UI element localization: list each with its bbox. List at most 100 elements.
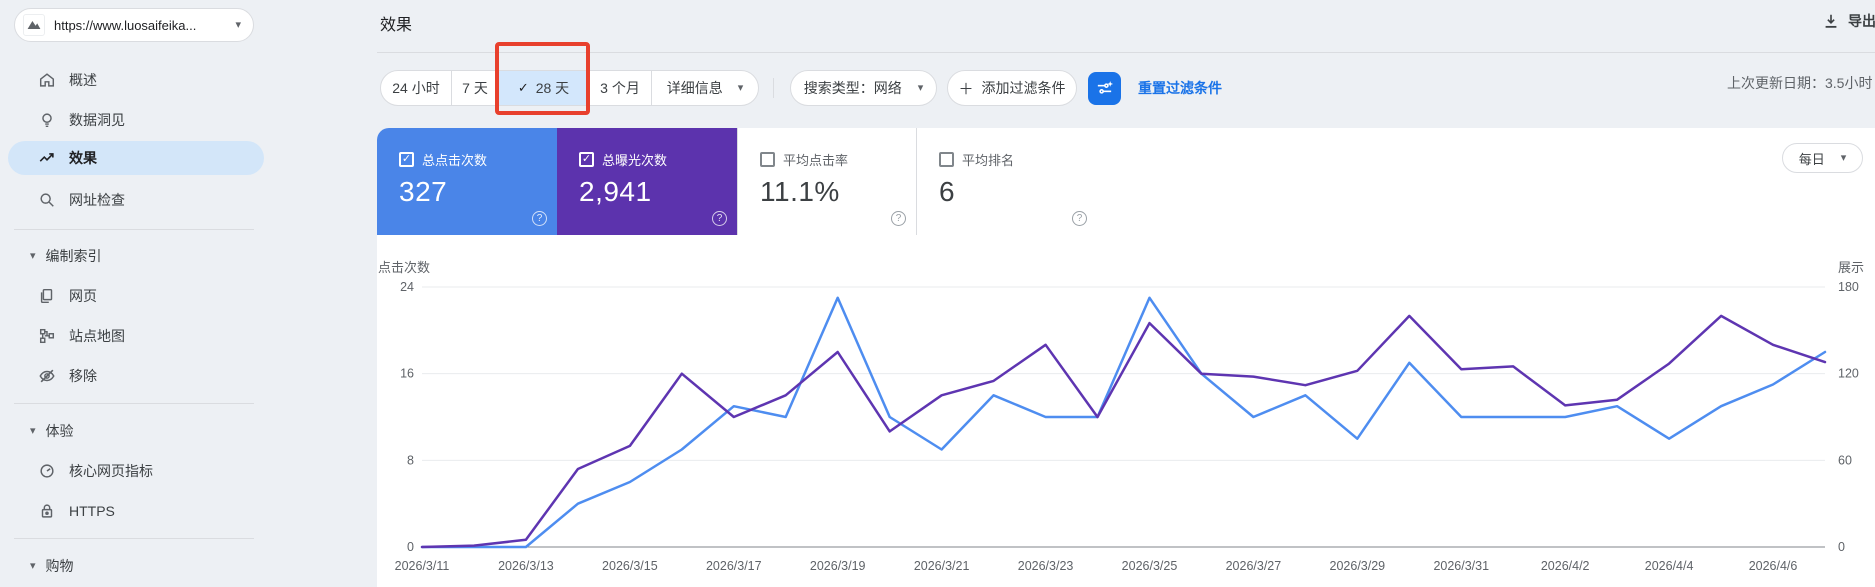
metric-value: 2,941: [579, 176, 652, 207]
check-icon: ✓: [517, 80, 529, 95]
x-axis-tick: 2026/4/6: [1749, 559, 1798, 573]
divider: [14, 229, 254, 230]
lightbulb-icon: [38, 111, 56, 129]
y-axis-right-title: 展示: [1838, 260, 1864, 275]
metric-label: 平均点击率: [783, 153, 849, 168]
sidebar-item-label: 网址检查: [69, 192, 125, 208]
sidebar-item-removals[interactable]: 移除: [8, 359, 264, 393]
sidebar-item-performance[interactable]: 效果: [8, 141, 264, 175]
section-header-label: 体验: [45, 423, 74, 439]
checkbox-unchecked-icon[interactable]: [760, 152, 775, 167]
x-axis-tick: 2026/3/29: [1330, 559, 1386, 573]
metric-card-average-ctr[interactable]: 平均点击率 11.1% ?: [737, 128, 917, 235]
x-axis-tick: 2026/3/15: [602, 559, 658, 573]
granularity-label: 每日: [1798, 151, 1825, 167]
help-icon[interactable]: ?: [712, 211, 727, 226]
y-axis-left-tick: 24: [400, 280, 414, 294]
sidebar-item-label: 概述: [69, 72, 97, 88]
plus-icon: ＋: [958, 80, 974, 98]
property-selector[interactable]: https://www.luosaifeika... ▾: [14, 8, 254, 42]
x-axis-tick: 2026/3/11: [395, 559, 450, 573]
sidebar-item-label: 效果: [69, 150, 97, 166]
checkbox-unchecked-icon[interactable]: [939, 152, 954, 167]
sidebar-item-label: 数据洞见: [69, 112, 125, 128]
segment-label: 7 天: [462, 80, 488, 96]
sidebar-item-pages[interactable]: 网页: [8, 279, 264, 313]
search-type-filter-button[interactable]: 搜索类型：网络 ▾: [790, 70, 937, 106]
help-icon[interactable]: ?: [891, 211, 906, 226]
add-filter-button[interactable]: ＋ 添加过滤条件: [947, 70, 1077, 106]
x-axis-tick: 2026/3/23: [1018, 559, 1074, 573]
last-updated-text: 上次更新日期：3.5小时: [1727, 75, 1873, 91]
metric-label: 总曝光次数: [602, 153, 668, 168]
x-axis-tick: 2026/3/19: [810, 559, 866, 573]
segment-label: 28 天: [535, 80, 570, 96]
sidebar-item-label: HTTPS: [69, 503, 115, 519]
metric-card-total-impressions[interactable]: ✓ 总曝光次数 2,941 ?: [557, 128, 737, 235]
sidebar-item-sitemaps[interactable]: 站点地图: [8, 319, 264, 353]
date-range-segmented-control: 24 小时 7 天 ✓ 28 天 3 个月 详细信息 ▾: [380, 70, 759, 106]
sidebar-section-experience[interactable]: ▾ 体验: [8, 414, 264, 448]
sidebar-item-insights[interactable]: 数据洞见: [8, 103, 264, 137]
sidebar-item-url-inspection[interactable]: 网址检查: [8, 183, 264, 217]
metric-value: 327: [399, 176, 448, 207]
help-icon[interactable]: ?: [532, 211, 547, 226]
chart-line-clicks: [420, 296, 1827, 549]
x-axis-tick: 2026/4/4: [1645, 559, 1694, 573]
segment-label: 24 小时: [392, 80, 440, 96]
sidebar-item-label: 核心网页指标: [69, 463, 153, 479]
eye-off-icon: [38, 367, 56, 385]
date-range-28d[interactable]: ✓ 28 天: [498, 71, 588, 105]
sidebar-section-shopping[interactable]: ▾ 购物: [8, 549, 264, 583]
segment-label: 详细信息: [666, 80, 723, 96]
sidebar-item-core-web-vitals[interactable]: 核心网页指标: [8, 454, 264, 488]
x-axis-tick: 2026/3/17: [706, 559, 762, 573]
sidebar-item-label: 移除: [69, 368, 97, 384]
performance-line-chart[interactable]: 24 16 8 0 180 120 60 0 点击次数 展示 2026/3/11 2026/3/13 2…: [377, 250, 1875, 587]
granularity-dropdown[interactable]: 每日 ▾: [1782, 143, 1863, 173]
search-icon: [38, 191, 56, 209]
speedometer-icon: [38, 462, 56, 480]
sidebar-item-https[interactable]: HTTPS: [8, 494, 264, 528]
ai-filter-button[interactable]: [1088, 72, 1121, 105]
x-axis-tick: 2026/3/27: [1226, 559, 1282, 573]
date-range-24h[interactable]: 24 小时: [381, 71, 451, 105]
page-title: 效果: [380, 17, 413, 34]
metric-card-total-clicks[interactable]: ✓ 总点击次数 327 ?: [377, 128, 557, 235]
y-axis-right-tick: 180: [1838, 280, 1859, 294]
date-range-3m[interactable]: 3 个月: [588, 71, 651, 105]
chevron-down-icon: ▾: [30, 559, 36, 572]
date-range-7d[interactable]: 7 天: [451, 71, 498, 105]
reset-filters-link[interactable]: 重置过滤条件: [1138, 78, 1222, 98]
sidebar-item-label: 网页: [69, 288, 97, 304]
metric-label: 平均排名: [962, 153, 1015, 168]
search-type-label: 搜索类型：网络: [803, 80, 902, 96]
section-header-label: 编制索引: [45, 248, 102, 264]
checkbox-checked-icon[interactable]: ✓: [579, 152, 594, 167]
export-button[interactable]: 导出: [1822, 11, 1875, 31]
chevron-down-icon: ▾: [30, 249, 36, 262]
y-axis-left-tick: 8: [407, 453, 414, 467]
x-axis-tick: 2026/3/31: [1433, 559, 1489, 573]
sidebar-item-overview[interactable]: 概述: [8, 63, 264, 97]
search-console-performance-page: https://www.luosaifeika... ▾ 概述 数据洞见 效果: [0, 0, 1875, 587]
chart-line-impressions: [420, 314, 1827, 549]
date-range-custom[interactable]: 详细信息 ▾: [651, 71, 758, 105]
sitemap-icon: [38, 327, 56, 345]
checkbox-checked-icon[interactable]: ✓: [399, 152, 414, 167]
property-url: https://www.luosaifeika...: [54, 17, 197, 33]
sidebar-section-indexing[interactable]: ▾ 编制索引: [8, 239, 264, 273]
chevron-down-icon: ▾: [737, 81, 744, 94]
home-icon: [38, 71, 56, 89]
add-filter-label: 添加过滤条件: [981, 80, 1066, 96]
help-icon[interactable]: ?: [1072, 211, 1087, 226]
metric-card-average-position[interactable]: 平均排名 6 ?: [917, 128, 1097, 235]
export-label: 导出: [1848, 13, 1875, 29]
sidebar-item-label: 站点地图: [69, 328, 125, 344]
chevron-down-icon: ▾: [1840, 151, 1847, 164]
divider: [14, 538, 254, 539]
y-axis-left-title: 点击次数: [378, 260, 430, 275]
x-axis-tick: 2026/3/13: [498, 559, 554, 573]
metric-value: 6: [939, 176, 956, 207]
lock-icon: [38, 502, 56, 520]
